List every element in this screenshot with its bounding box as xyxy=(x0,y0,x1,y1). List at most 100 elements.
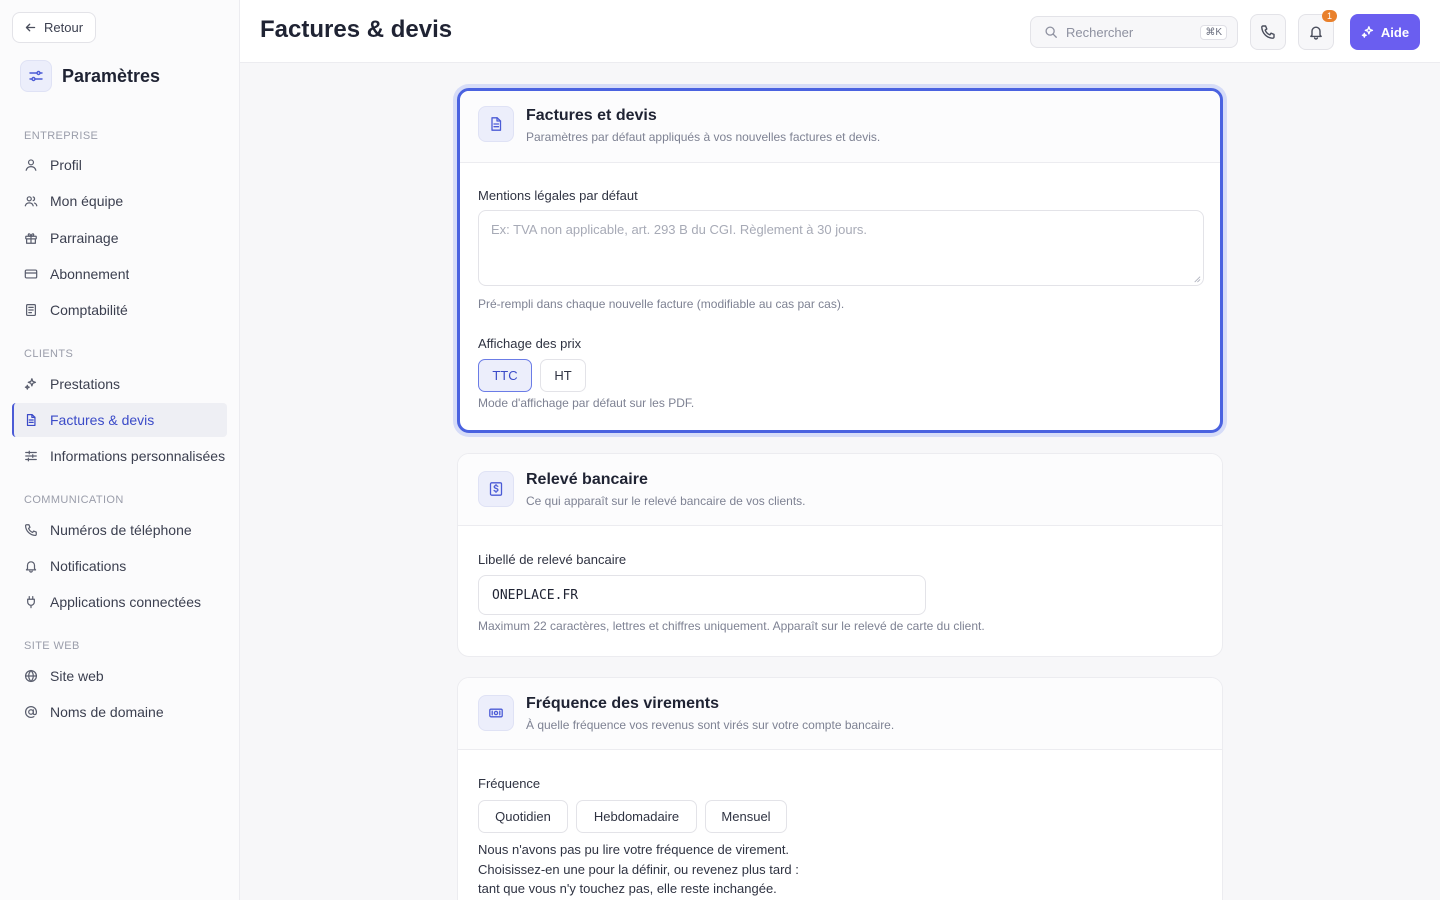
card-header: Factures et devis Paramètres par défaut … xyxy=(460,91,1220,163)
frequency-notice-line: tant que vous n'y touchez pas, elle rest… xyxy=(478,881,777,896)
credit-card-icon xyxy=(24,269,38,279)
sidebar-item-label: Abonnement xyxy=(50,266,130,282)
card-title: Fréquence des virements xyxy=(526,695,719,712)
bank-statement-input[interactable]: ONEPLACE.FR xyxy=(478,575,926,615)
frequency-option-mensuel[interactable]: Mensuel xyxy=(705,800,787,833)
card-title: Relevé bancaire xyxy=(526,471,648,488)
sidebar-item-noms-domaine[interactable]: Noms de domaine xyxy=(12,695,227,729)
legal-mentions-textarea[interactable]: Ex: TVA non applicable, art. 293 B du CG… xyxy=(478,210,1204,286)
sidebar-item-label: Prestations xyxy=(50,376,121,392)
card-header: Relevé bancaire Ce qui apparaît sur le r… xyxy=(458,454,1222,526)
sidebar-item-mon-equipe[interactable]: Mon équipe xyxy=(12,184,227,218)
back-button-label: Retour xyxy=(44,20,84,35)
search-input[interactable]: Rechercher ⌘K xyxy=(1030,16,1238,48)
bank-statement-value: ONEPLACE.FR xyxy=(492,587,579,603)
sidebar-item-label: Comptabilité xyxy=(50,302,128,318)
bell-icon xyxy=(1310,26,1322,40)
phone-icon xyxy=(1261,25,1275,39)
phone-icon xyxy=(24,524,37,537)
frequency-option-quotidien[interactable]: Quotidien xyxy=(478,800,568,833)
frequency-option-hebdomadaire[interactable]: Hebdomadaire xyxy=(576,800,697,833)
settings-sliders-icon xyxy=(20,60,52,92)
sidebar-item-abonnement[interactable]: Abonnement xyxy=(12,257,227,291)
document-icon xyxy=(26,413,36,427)
nav-section-clients: CLIENTS xyxy=(24,348,74,360)
resize-handle-icon[interactable] xyxy=(1192,274,1201,283)
price-display-label: Affichage des prix xyxy=(478,336,582,351)
phone-button[interactable] xyxy=(1250,14,1286,50)
users-icon xyxy=(24,196,38,207)
user-icon xyxy=(25,159,37,171)
document-icon xyxy=(478,106,514,142)
ledger-icon xyxy=(26,303,36,317)
bank-statement-card: Relevé bancaire Ce qui apparaît sur le r… xyxy=(457,453,1223,657)
price-display-hint: Mode d'affichage par défaut sur les PDF. xyxy=(478,396,695,410)
nav-section-site-web: SITE WEB xyxy=(24,640,80,652)
card-header: Fréquence des virements À quelle fréquen… xyxy=(458,678,1222,750)
sidebar-item-informations-personnalisees[interactable]: Informations personnalisées xyxy=(12,439,227,473)
at-icon xyxy=(24,705,38,719)
invoices-settings-card: Factures et devis Paramètres par défaut … xyxy=(457,88,1223,433)
settings-heading: Paramètres xyxy=(20,60,160,92)
bank-statement-hint: Maximum 22 caractères, lettres et chiffr… xyxy=(478,619,985,633)
page-title: Factures & devis xyxy=(260,16,453,43)
gift-icon xyxy=(25,233,37,244)
receipt-dollar-icon xyxy=(478,471,514,507)
sidebar-item-numeros-telephone[interactable]: Numéros de téléphone xyxy=(12,513,227,547)
sidebar-item-label: Informations personnalisées xyxy=(50,448,226,464)
frequency-notice-line: Nous n'avons pas pu lire votre fréquence… xyxy=(478,842,790,857)
sidebar-item-notifications[interactable]: Notifications xyxy=(12,549,227,583)
sidebar-item-comptabilite[interactable]: Comptabilité xyxy=(12,293,227,327)
card-subtitle: À quelle fréquence vos revenus sont viré… xyxy=(526,718,895,732)
plug-icon xyxy=(27,595,35,609)
card-subtitle: Ce qui apparaît sur le relevé bancaire d… xyxy=(526,494,806,508)
sliders-icon xyxy=(25,450,37,462)
notifications-button[interactable]: 1 xyxy=(1298,10,1337,50)
arrow-left-icon xyxy=(25,23,36,32)
top-header: Factures & devis Rechercher ⌘K 1 Aide xyxy=(240,0,1440,63)
legal-mentions-label: Mentions légales par défaut xyxy=(478,188,638,203)
sidebar-item-site-web[interactable]: Site web xyxy=(12,659,227,693)
legal-mentions-hint: Pré-rempli dans chaque nouvelle facture … xyxy=(478,297,845,311)
bell-icon xyxy=(25,561,37,573)
sidebar-item-parrainage[interactable]: Parrainage xyxy=(12,221,227,255)
frequency-notice-line: Choisissez-en une pour la définir, ou re… xyxy=(478,861,799,877)
payout-frequency-card: Fréquence des virements À quelle fréquen… xyxy=(457,677,1223,900)
sidebar-item-label: Site web xyxy=(50,668,104,684)
card-subtitle: Paramètres par défaut appliqués à vos no… xyxy=(526,130,881,144)
nav-section-communication: COMMUNICATION xyxy=(24,494,124,506)
sidebar-item-applications-connectees[interactable]: Applications connectées xyxy=(12,585,227,619)
sidebar-item-profil[interactable]: Profil xyxy=(12,148,227,182)
sidebar-item-label: Applications connectées xyxy=(50,594,201,610)
sidebar-item-label: Noms de domaine xyxy=(50,704,164,720)
price-option-ht[interactable]: HT xyxy=(540,359,586,392)
sidebar-item-label: Mon équipe xyxy=(50,193,124,209)
help-button[interactable]: Aide xyxy=(1350,14,1420,50)
sidebar-item-label: Parrainage xyxy=(50,230,119,246)
sidebar-item-prestations[interactable]: Prestations xyxy=(12,367,227,401)
settings-sidebar: Retour Paramètres ENTREPRISE Profil Mon … xyxy=(0,0,240,900)
banknote-icon xyxy=(478,695,514,731)
card-title: Factures et devis xyxy=(526,107,657,124)
sidebar-item-label: Numéros de téléphone xyxy=(50,522,192,538)
sidebar-item-factures-devis[interactable]: Factures & devis xyxy=(12,403,227,437)
sidebar-item-label: Notifications xyxy=(50,558,127,574)
price-option-ttc[interactable]: TTC xyxy=(478,359,532,392)
sidebar-item-label: Profil xyxy=(50,157,82,173)
search-icon xyxy=(1045,26,1057,38)
sidebar-item-label: Factures & devis xyxy=(50,412,155,428)
sparkles-icon xyxy=(24,378,37,390)
globe-icon xyxy=(24,669,38,683)
help-button-label: Aide xyxy=(1380,24,1410,40)
sparkles-icon xyxy=(1361,26,1374,38)
search-shortcut: ⌘K xyxy=(1200,25,1227,40)
frequency-label: Fréquence xyxy=(478,776,541,791)
notification-badge: 1 xyxy=(1321,10,1337,22)
back-button[interactable]: Retour xyxy=(12,12,97,43)
frequency-notice: Nous n'avons pas pu lire votre fréquence… xyxy=(478,840,799,899)
search-placeholder: Rechercher xyxy=(1066,24,1134,40)
legal-mentions-placeholder: Ex: TVA non applicable, art. 293 B du CG… xyxy=(491,222,868,237)
nav-section-entreprise: ENTREPRISE xyxy=(24,130,99,142)
sidebar-title: Paramètres xyxy=(62,65,161,86)
bank-label-label: Libellé de relevé bancaire xyxy=(478,552,627,567)
